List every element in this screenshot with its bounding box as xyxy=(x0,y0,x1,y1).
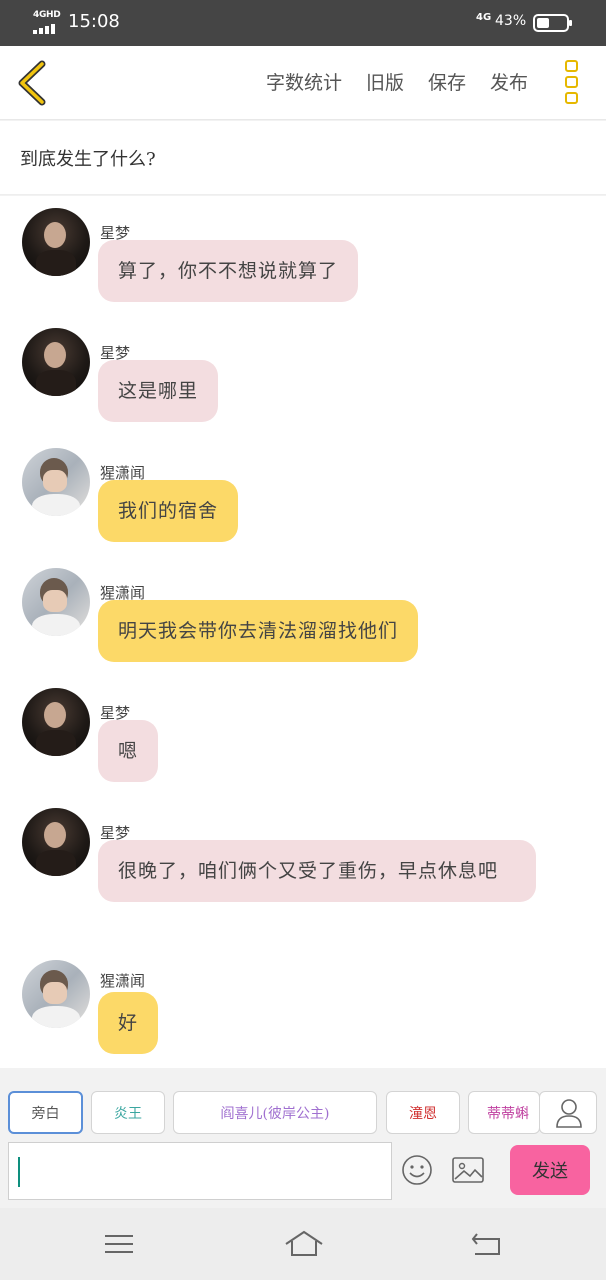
topic-text: 到底发生了什么? xyxy=(20,149,156,170)
role-chip-yanwang[interactable]: 炎王 xyxy=(91,1091,165,1134)
message-bubble[interactable]: 我们的宿舍 xyxy=(98,480,239,542)
message-bubble[interactable]: 很晚了，咱们俩个又受了重伤，早点休息吧 xyxy=(98,840,536,902)
text-caret xyxy=(18,1157,20,1187)
avatar[interactable] xyxy=(22,208,90,276)
battery-icon xyxy=(533,14,572,32)
image-icon[interactable] xyxy=(451,1156,485,1184)
avatar[interactable] xyxy=(22,960,90,1028)
signal-icon: 4GHD xyxy=(33,10,61,34)
smiley-icon[interactable] xyxy=(401,1154,433,1186)
save-button[interactable]: 保存 xyxy=(428,68,466,95)
back-button[interactable] xyxy=(14,60,54,106)
message-bubble[interactable]: 算了，你不不想说就算了 xyxy=(98,240,359,302)
battery-percent: 43% xyxy=(495,13,527,29)
message-bubble[interactable]: 这是哪里 xyxy=(98,360,219,422)
topic-bar[interactable]: 到底发生了什么? xyxy=(0,121,606,195)
send-button[interactable]: 发送 xyxy=(510,1145,590,1195)
message-bubble[interactable]: 嗯 xyxy=(98,720,159,782)
avatar[interactable] xyxy=(22,568,90,636)
status-time: 15:08 xyxy=(68,11,120,32)
person-icon xyxy=(556,1099,582,1128)
system-nav-bar xyxy=(0,1208,606,1280)
avatar[interactable] xyxy=(22,808,90,876)
add-role-button[interactable] xyxy=(539,1091,597,1134)
role-chip-yanxier[interactable]: 阎喜儿(彼岸公主) xyxy=(173,1091,377,1134)
message-input[interactable] xyxy=(8,1142,392,1200)
network-type: 4GHD xyxy=(33,10,61,20)
avatar[interactable] xyxy=(22,448,90,516)
header-actions: 字数统计 旧版 保存 发布 xyxy=(266,68,528,95)
old-version-button[interactable]: 旧版 xyxy=(366,68,404,95)
role-chip-tongen[interactable]: 潼恩 xyxy=(386,1091,460,1134)
composer: 发送 xyxy=(0,1140,606,1208)
home-icon[interactable] xyxy=(283,1228,325,1260)
chat-area[interactable]: 星梦 算了，你不不想说就算了 星梦 这是哪里 猩潇闻 我们的宿舍 猩潇闻 明天我… xyxy=(0,196,606,1068)
status-bar: 4GHD 15:08 4G 43% xyxy=(0,0,606,46)
mobile-data-label: 4G xyxy=(476,12,492,23)
avatar[interactable] xyxy=(22,328,90,396)
sender-name: 猩潇闻 xyxy=(100,972,146,990)
chevron-left-icon xyxy=(18,60,46,106)
back-arrow-icon[interactable] xyxy=(469,1228,505,1260)
publish-button[interactable]: 发布 xyxy=(490,68,528,95)
role-chip-narrator[interactable]: 旁白 xyxy=(8,1091,83,1134)
menu-icon[interactable] xyxy=(101,1228,137,1260)
message-bubble[interactable]: 好 xyxy=(98,992,159,1054)
more-menu-button[interactable] xyxy=(565,60,581,106)
app-header: 字数统计 旧版 保存 发布 xyxy=(0,46,606,120)
role-chip-dididou[interactable]: 蒂蒂蝌 xyxy=(468,1091,540,1134)
role-selector: 旁白 炎王 阎喜儿(彼岸公主) 潼恩 蒂蒂蝌 xyxy=(0,1080,606,1140)
message-bubble[interactable]: 明天我会带你去清法溜溜找他们 xyxy=(98,600,419,662)
word-count-button[interactable]: 字数统计 xyxy=(266,68,342,95)
three-squares-menu-icon xyxy=(565,60,578,72)
avatar[interactable] xyxy=(22,688,90,756)
